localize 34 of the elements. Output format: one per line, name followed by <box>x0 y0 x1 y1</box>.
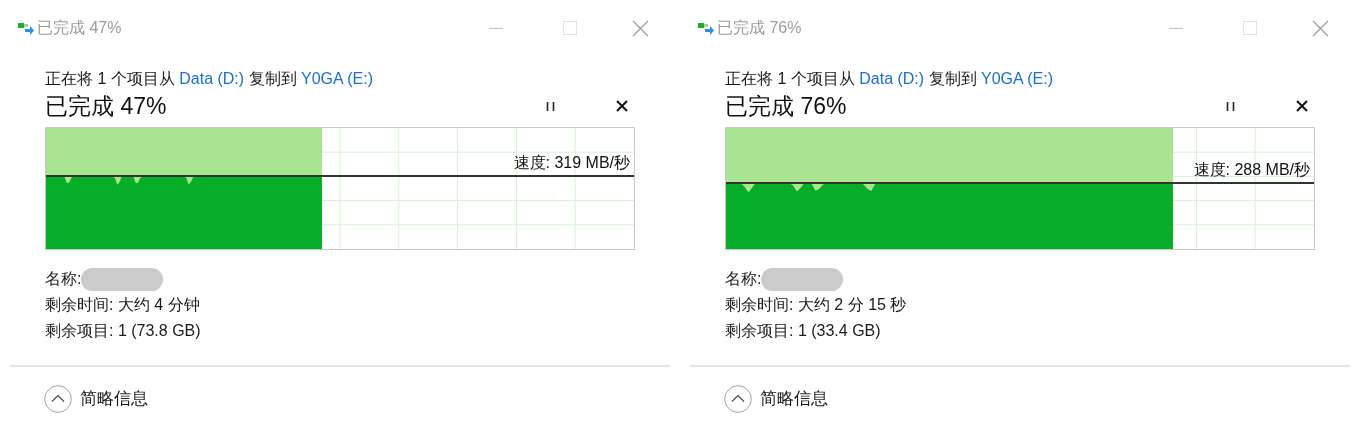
time-remaining: 剩余时间: 大约 2 分 15 秒 <box>725 295 908 315</box>
name-label: 名称: <box>45 269 82 289</box>
copy-status-text: 正在将 1 个项目从 Data (D:) 复制到 Y0GA (E:) <box>45 69 375 89</box>
destination-link[interactable]: Y0GA (E:) <box>981 70 1054 87</box>
time-remaining: 剩余时间: 大约 4 分钟 <box>45 295 201 315</box>
chevron-up-icon <box>724 385 752 413</box>
items-remaining: 剩余项目: 1 (73.8 GB) <box>45 321 202 341</box>
copy-icon <box>17 20 35 36</box>
minimize-icon <box>1169 27 1183 29</box>
minimize-icon <box>489 27 503 29</box>
window-title: 已完成 47% <box>37 18 122 38</box>
copy-status-text: 正在将 1 个项目从 Data (D:) 复制到 Y0GA (E:) <box>725 69 1055 89</box>
fewer-details-button[interactable]: 简略信息 <box>44 385 148 413</box>
chevron-up-icon <box>44 385 72 413</box>
source-link[interactable]: Data (D:) <box>859 70 925 87</box>
pause-icon <box>545 101 555 111</box>
destination-link[interactable]: Y0GA (E:) <box>301 70 374 87</box>
name-label: 名称: <box>725 269 762 289</box>
speed-label: 速度: 319 MB/秒 <box>513 153 630 173</box>
cancel-icon <box>616 100 628 112</box>
source-link[interactable]: Data (D:) <box>179 70 245 87</box>
pause-icon <box>1225 101 1235 111</box>
cancel-icon <box>1296 100 1308 112</box>
items-remaining: 剩余项目: 1 (33.4 GB) <box>725 321 882 341</box>
window-title: 已完成 76% <box>717 18 802 38</box>
copy-icon <box>697 20 715 36</box>
close-icon <box>631 19 649 37</box>
speed-label: 速度: 288 MB/秒 <box>1193 160 1310 180</box>
progress-heading: 已完成 47% <box>45 91 168 121</box>
maximize-icon <box>1243 21 1257 35</box>
progress-heading: 已完成 76% <box>725 91 848 121</box>
fewer-details-button[interactable]: 简略信息 <box>724 385 828 413</box>
maximize-icon <box>563 21 577 35</box>
close-icon <box>1311 19 1329 37</box>
